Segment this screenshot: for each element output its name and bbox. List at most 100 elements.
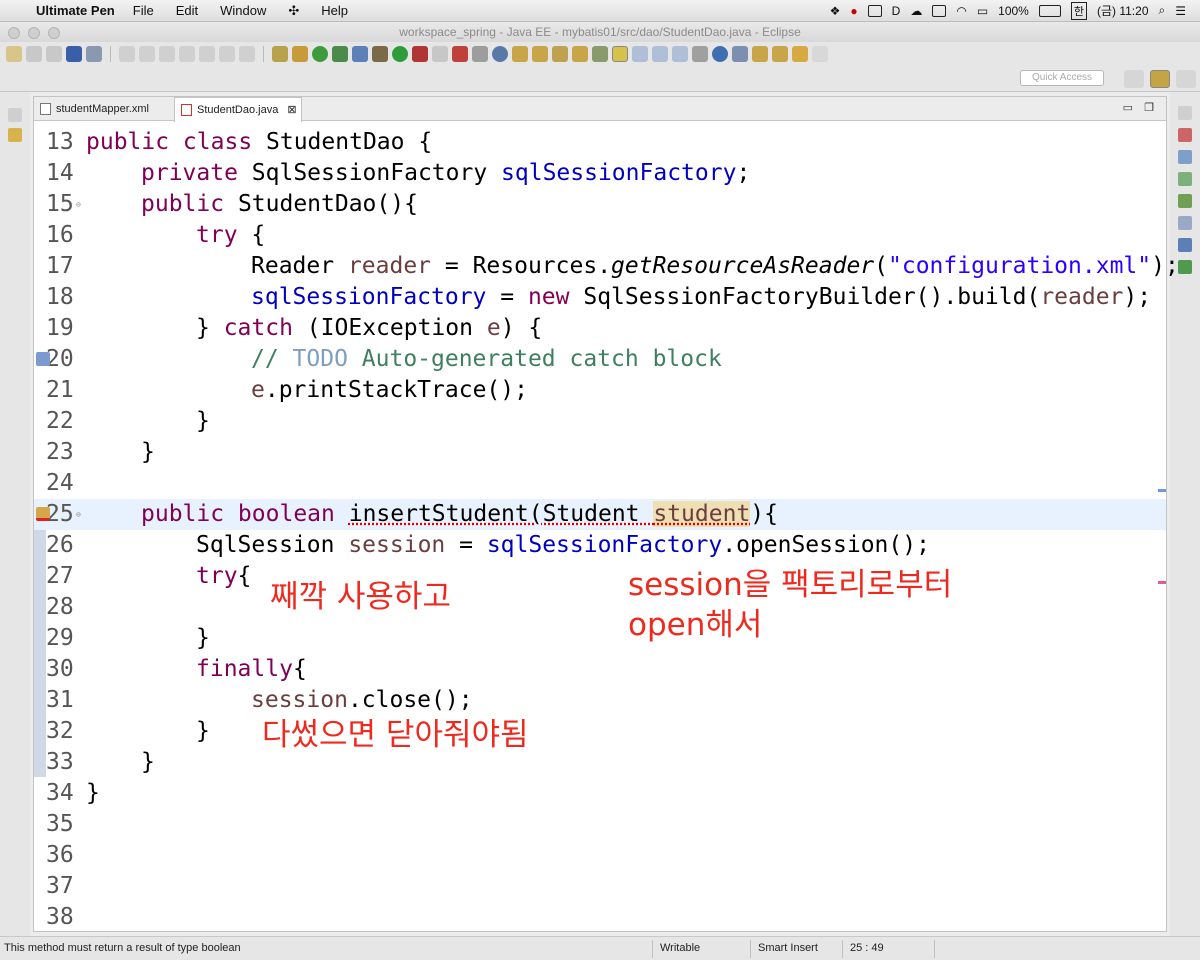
code-text[interactable]: public boolean insertStudent(Student stu… — [141, 499, 778, 530]
server-start-icon[interactable] — [312, 46, 328, 62]
code-text[interactable]: public StudentDao(){ — [141, 189, 418, 220]
line-number[interactable]: 19 — [46, 313, 88, 344]
problems-icon[interactable] — [1178, 238, 1192, 252]
app-tray-icon[interactable] — [867, 4, 882, 17]
line-number[interactable]: 29 — [46, 623, 88, 654]
window-icon[interactable] — [932, 4, 947, 17]
code-text[interactable]: sqlSessionFactory = new SqlSessionFactor… — [251, 282, 1151, 313]
app-name-menu[interactable]: Ultimate Pen — [36, 3, 115, 18]
notification-center-icon[interactable]: ☰ — [1175, 4, 1186, 18]
new-package-icon[interactable] — [472, 46, 488, 62]
step-return-icon[interactable] — [239, 46, 255, 62]
toggle-mark-icon[interactable] — [632, 46, 648, 62]
code-line[interactable]: 15 ⊖ public StudentDao(){ — [34, 189, 1166, 220]
line-number[interactable]: 32 — [46, 716, 88, 747]
java-ee-perspective-icon[interactable] — [1150, 70, 1170, 88]
code-text[interactable]: } — [196, 716, 210, 747]
fold-toggle-icon[interactable]: ⊖ — [76, 499, 81, 530]
back-icon[interactable] — [792, 46, 808, 62]
tab-student-mapper-xml[interactable]: studentMapper.xml — [34, 97, 170, 121]
minimize-icon[interactable]: ▭ — [1123, 102, 1133, 114]
block-select-icon[interactable] — [652, 46, 668, 62]
code-text[interactable]: } — [141, 747, 155, 778]
line-number[interactable]: 31 — [46, 685, 88, 716]
error-marker-icon[interactable] — [36, 507, 50, 521]
hierarchy-icon[interactable] — [1178, 172, 1192, 186]
line-number[interactable]: 18 — [46, 282, 88, 313]
outline-icon[interactable] — [272, 46, 288, 62]
code-text[interactable]: SqlSession session = sqlSessionFactory.o… — [196, 530, 930, 561]
code-line[interactable]: 35 — [34, 809, 1166, 840]
terminate-icon[interactable] — [159, 46, 175, 62]
menu-edit[interactable]: Edit — [176, 3, 198, 18]
battery-icon[interactable] — [1038, 4, 1061, 17]
code-text[interactable]: e.printStackTrace(); — [251, 375, 528, 406]
annotation-icon[interactable] — [592, 46, 608, 62]
code-line[interactable]: 16 try { — [34, 220, 1166, 251]
code-line[interactable]: 27 try{ — [34, 561, 1166, 592]
airplay-icon[interactable]: ▭ — [977, 4, 988, 18]
line-number[interactable]: 23 — [46, 437, 88, 468]
code-line[interactable]: 13 public class StudentDao { — [34, 127, 1166, 158]
line-number[interactable]: 13 — [46, 127, 88, 158]
globe-icon[interactable] — [712, 46, 728, 62]
code-line[interactable]: 34} — [34, 778, 1166, 809]
line-number[interactable]: 36 — [46, 840, 88, 871]
web-icon[interactable] — [352, 46, 368, 62]
code-text[interactable]: } — [196, 406, 210, 437]
open-folder-icon[interactable] — [572, 46, 588, 62]
code-line[interactable]: 18 sqlSessionFactory = new SqlSessionFact… — [34, 282, 1166, 313]
code-text[interactable]: } — [86, 778, 100, 809]
code-line[interactable]: 26 SqlSession session = sqlSessionFactory… — [34, 530, 1166, 561]
battery-percent[interactable]: 100% — [998, 4, 1029, 18]
line-number[interactable]: 27 — [46, 561, 88, 592]
menu-help-icon[interactable]: ✣ — [288, 3, 299, 19]
line-number[interactable]: 38 — [46, 902, 88, 933]
line-number[interactable]: 16 — [46, 220, 88, 251]
new-java-project-icon[interactable] — [452, 46, 468, 62]
open-type-icon[interactable] — [512, 46, 528, 62]
code-line[interactable]: 32} — [34, 716, 1166, 747]
restore-icon[interactable] — [8, 108, 22, 122]
line-number[interactable]: 25 — [46, 499, 88, 530]
servers-icon[interactable] — [1178, 260, 1192, 274]
line-number[interactable]: 28 — [46, 592, 88, 623]
code-line[interactable]: 31 session.close(); — [34, 685, 1166, 716]
highlight-icon[interactable] — [612, 46, 628, 62]
d-icon[interactable]: D — [892, 4, 901, 18]
code-text[interactable]: } — [196, 623, 210, 654]
code-line[interactable]: 33} — [34, 747, 1166, 778]
package-explorer-icon[interactable] — [8, 128, 22, 142]
menu-help[interactable]: Help — [321, 3, 348, 18]
code-line[interactable]: 36 — [34, 840, 1166, 871]
resume-icon[interactable] — [119, 46, 135, 62]
new-class-icon[interactable] — [492, 46, 508, 62]
clock[interactable]: (금) 11:20 — [1097, 2, 1149, 19]
map-icon[interactable] — [1178, 194, 1192, 208]
dropbox-icon[interactable]: ❖ — [830, 4, 841, 18]
run-icon[interactable] — [392, 46, 408, 62]
close-window-button[interactable] — [8, 27, 20, 39]
notification-icon[interactable]: ● — [850, 4, 857, 18]
line-number[interactable]: 33 — [46, 747, 88, 778]
spotlight-icon[interactable]: ⌕ — [1159, 3, 1166, 18]
code-line[interactable]: 28 — [34, 592, 1166, 623]
menu-file[interactable]: File — [133, 3, 154, 18]
line-number[interactable]: 34 — [46, 778, 88, 809]
menu-window[interactable]: Window — [220, 3, 266, 18]
line-number[interactable]: 37 — [46, 871, 88, 902]
line-number[interactable]: 21 — [46, 375, 88, 406]
code-text[interactable]: public class StudentDao { — [86, 127, 432, 158]
code-line[interactable]: 19} catch (IOException e) { — [34, 313, 1166, 344]
close-tab-icon[interactable]: ⊠ — [287, 104, 296, 116]
save-all-icon[interactable] — [46, 46, 62, 62]
restore-icon[interactable] — [1178, 106, 1192, 120]
whitespace-icon[interactable] — [672, 46, 688, 62]
line-number[interactable]: 24 — [46, 468, 88, 499]
tab-student-dao-java[interactable]: StudentDao.java ⊠ — [174, 97, 302, 122]
line-number[interactable]: 22 — [46, 406, 88, 437]
zoom-window-button[interactable] — [48, 27, 60, 39]
tool-icon[interactable] — [86, 46, 102, 62]
suspend-icon[interactable] — [139, 46, 155, 62]
code-text[interactable]: } — [141, 437, 155, 468]
